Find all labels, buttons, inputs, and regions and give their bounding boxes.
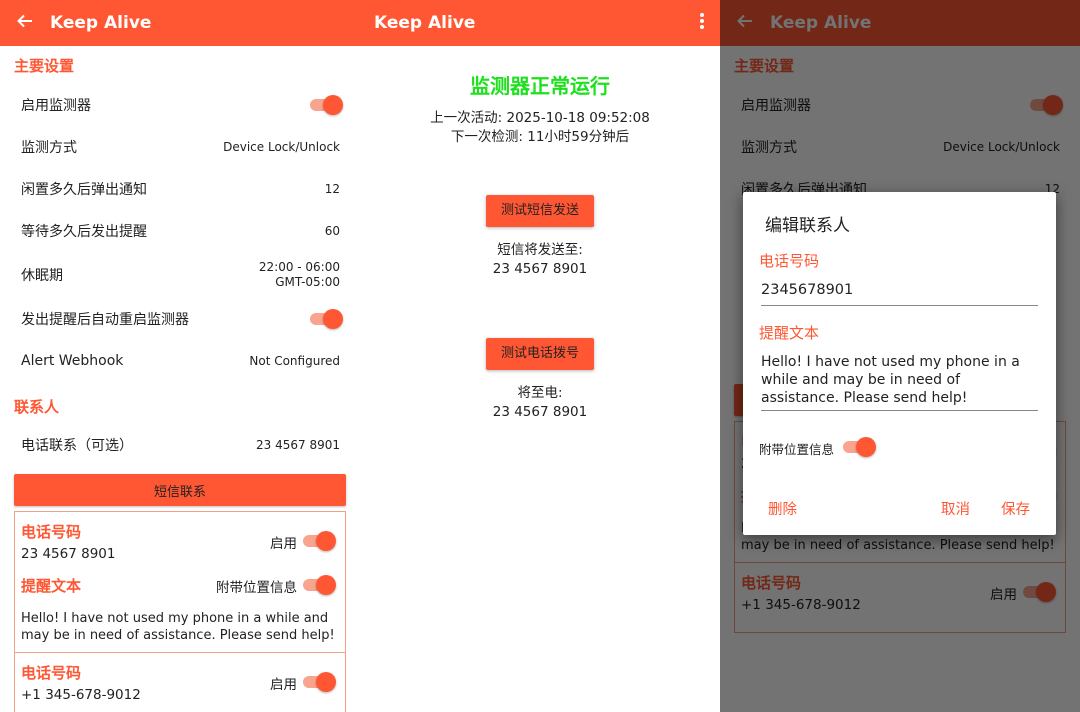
edit-contact-screen: Keep Alive 主要设置 启用监测器 监测方式 Device Lock/U… <box>720 0 1080 712</box>
phone-number: 23 4567 8901 <box>21 546 116 562</box>
test-sms-button[interactable]: 测试短信发送 <box>485 195 594 227</box>
setting-value: 12 <box>324 181 340 196</box>
setting-value: 23 4567 8901 <box>256 437 340 452</box>
last-activity: 上一次活动: 2025-10-18 09:52:08 <box>430 110 650 126</box>
setting-enable-monitor[interactable]: 启用监测器 <box>0 86 360 124</box>
auto-restart-switch[interactable] <box>310 309 343 329</box>
setting-value: 22:00 - 06:00 GMT-05:00 <box>259 260 340 290</box>
more-vert-icon[interactable] <box>690 11 714 35</box>
setting-label: 监测方式 <box>21 140 77 156</box>
enable-monitor-switch[interactable] <box>310 95 343 115</box>
dialog-location-label: 附带位置信息 <box>759 442 835 457</box>
monitor-status: 监测器正常运行 <box>470 74 610 98</box>
setting-wait-alert[interactable]: 等待多久后发出提醒 60 <box>0 208 360 254</box>
call-to-number: 23 4567 8901 <box>492 404 588 420</box>
setting-value: Device Lock/Unlock <box>223 139 340 154</box>
rest-period-time: 22:00 - 06:00 <box>258 260 340 274</box>
rest-period-timezone: GMT-05:00 <box>275 275 340 289</box>
app-title: Keep Alive <box>50 13 152 33</box>
setting-value: Not Configured <box>249 353 340 368</box>
app-bar: Keep Alive <box>360 0 720 46</box>
call-contact-row[interactable]: 电话联系（可选） 23 4567 8901 <box>0 422 360 468</box>
settings-screen: Keep Alive 主要设置 启用监测器 监测方式 Device Lock/U… <box>0 0 360 712</box>
sms-to-number: 23 4567 8901 <box>492 261 588 277</box>
setting-label: 等待多久后发出提醒 <box>21 224 147 240</box>
setting-label: 启用监测器 <box>21 98 91 114</box>
sms-contact-button[interactable]: 短信联系 <box>14 474 346 506</box>
enable-label: 启用 <box>270 536 297 552</box>
status-screen: Keep Alive 监测器正常运行 上一次活动: 2025-10-18 09:… <box>360 0 720 712</box>
enable-label: 启用 <box>270 677 297 693</box>
phone-number: +1 345-678-9012 <box>21 687 141 703</box>
setting-auto-restart[interactable]: 发出提醒后自动重启监测器 <box>0 296 360 342</box>
contact-enable-switch[interactable] <box>303 672 336 692</box>
dialog-message-label: 提醒文本 <box>759 324 820 342</box>
dialog-phone-input[interactable]: 2345678901 <box>761 282 1038 306</box>
setting-value: 60 <box>324 223 340 238</box>
setting-rest-period[interactable]: 休眠期 22:00 - 06:00 GMT-05:00 <box>0 254 360 296</box>
setting-idle-notify[interactable]: 闲置多久后弹出通知 12 <box>0 170 360 208</box>
dialog-phone-label: 电话号码 <box>759 252 820 270</box>
call-to-label: 将至电: <box>517 385 563 401</box>
delete-button[interactable]: 删除 <box>768 498 797 519</box>
setting-label: 闲置多久后弹出通知 <box>21 182 147 198</box>
cancel-button[interactable]: 取消 <box>941 498 970 519</box>
phone-label: 电话号码 <box>21 523 82 541</box>
setting-monitor-method[interactable]: 监测方式 Device Lock/Unlock <box>0 124 360 170</box>
dialog-title: 编辑联系人 <box>765 216 850 236</box>
app-title: Keep Alive <box>374 13 476 33</box>
edit-contact-dialog: 编辑联系人 电话号码 2345678901 提醒文本 Hello! I have… <box>743 192 1056 535</box>
setting-label: Alert Webhook <box>21 353 124 369</box>
setting-label: 电话联系（可选） <box>21 438 133 454</box>
test-call-button[interactable]: 测试电话拨号 <box>485 338 594 370</box>
contact-card[interactable]: 电话号码 +1 345-678-9012 启用 <box>14 653 346 712</box>
section-main-settings: 主要设置 <box>14 57 75 75</box>
setting-label: 休眠期 <box>21 268 63 284</box>
setting-label: 发出提醒后自动重启监测器 <box>21 312 189 328</box>
contact-location-switch[interactable] <box>303 575 336 595</box>
dialog-message-input[interactable]: Hello! I have not used my phone in a whi… <box>761 353 1038 411</box>
phone-label: 电话号码 <box>21 664 82 682</box>
arrow-left-icon[interactable] <box>0 11 50 35</box>
location-label: 附带位置信息 <box>216 580 297 596</box>
dialog-location-switch[interactable] <box>843 437 876 457</box>
setting-alert-webhook[interactable]: Alert Webhook Not Configured <box>0 342 360 380</box>
contact-enable-switch[interactable] <box>303 531 336 551</box>
next-check: 下一次检测: 11小时59分钟后 <box>450 129 630 145</box>
message-label: 提醒文本 <box>21 577 82 595</box>
contact-card[interactable]: 电话号码 23 4567 8901 启用 提醒文本 附带位置信息 Hello! … <box>14 511 346 653</box>
app-bar: Keep Alive <box>0 0 360 46</box>
save-button[interactable]: 保存 <box>1001 498 1030 519</box>
section-contacts: 联系人 <box>14 398 60 416</box>
message-text: Hello! I have not used my phone in a whi… <box>21 611 335 643</box>
sms-to-label: 短信将发送至: <box>497 242 583 258</box>
